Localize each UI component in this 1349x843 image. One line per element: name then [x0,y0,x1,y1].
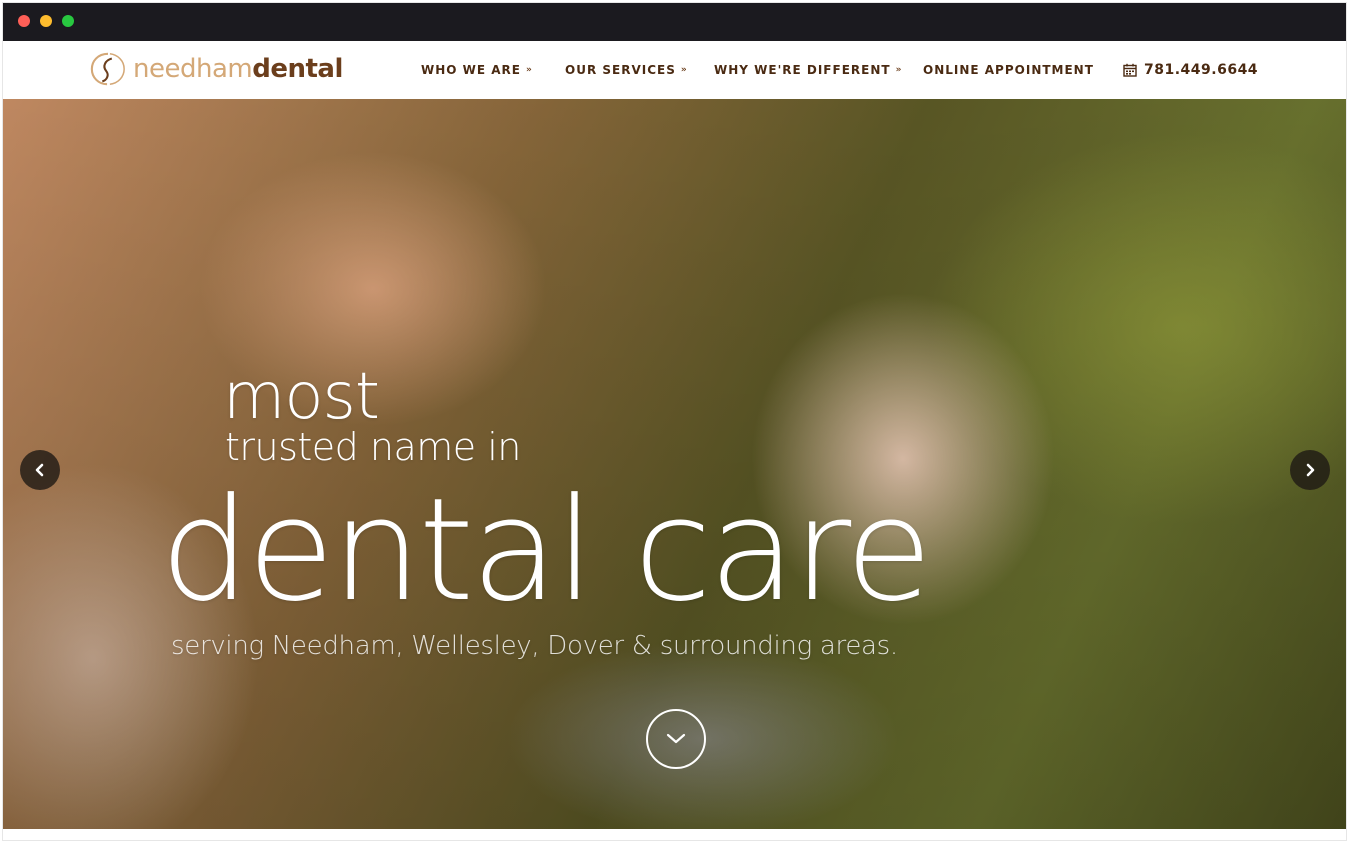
site-header: needhamdental WHO WE ARE » OUR SERVICES … [3,41,1346,99]
nav-our-services-label: OUR SERVICES [565,63,676,77]
logo-text: needhamdental [133,54,343,84]
nav-who-we-are[interactable]: WHO WE ARE » [421,41,533,99]
hero-line-most: most [223,360,380,434]
nav-online-appointment-label: ONLINE APPOINTMENT [923,63,1094,77]
minimize-window-button[interactable] [40,15,52,27]
nav-who-we-are-label: WHO WE ARE [421,63,521,77]
phone-number: 781.449.6644 [1144,62,1259,78]
nav-our-services[interactable]: OUR SERVICES » [565,41,688,99]
close-window-button[interactable] [18,15,30,27]
site-logo[interactable]: needhamdental [89,49,343,89]
chevron-left-icon [35,463,44,477]
maximize-window-button[interactable] [62,15,74,27]
chevron-right-icon [1306,463,1315,477]
window-titlebar [3,3,1346,41]
slider-prev-button[interactable] [20,450,60,490]
hero-line-trusted: trusted name in [225,425,521,469]
nav-why-different-label: WHY WE'RE DIFFERENT [714,63,891,77]
browser-window: needhamdental WHO WE ARE » OUR SERVICES … [2,2,1347,841]
chevron-double-down-icon: » [895,65,903,75]
chevron-double-down-icon: » [526,65,533,75]
calendar-icon [1123,63,1137,77]
hero-headline: dental care [160,468,932,633]
phone-link[interactable]: 781.449.6644 [1123,41,1258,99]
slider-next-button[interactable] [1290,450,1330,490]
hero-subtitle: serving Needham, Wellesley, Dover & surr… [171,631,898,661]
nav-online-appointment[interactable]: ONLINE APPOINTMENT [923,41,1094,99]
nav-why-different[interactable]: WHY WE'RE DIFFERENT » [714,41,902,99]
logo-mark-icon [90,52,125,86]
chevron-double-down-icon: » [680,65,688,75]
chevron-down-icon [666,733,686,744]
hero-slider: most trusted name in dental care serving… [3,99,1346,829]
page-bottom-strip [3,829,1346,840]
scroll-down-button[interactable] [646,709,706,769]
